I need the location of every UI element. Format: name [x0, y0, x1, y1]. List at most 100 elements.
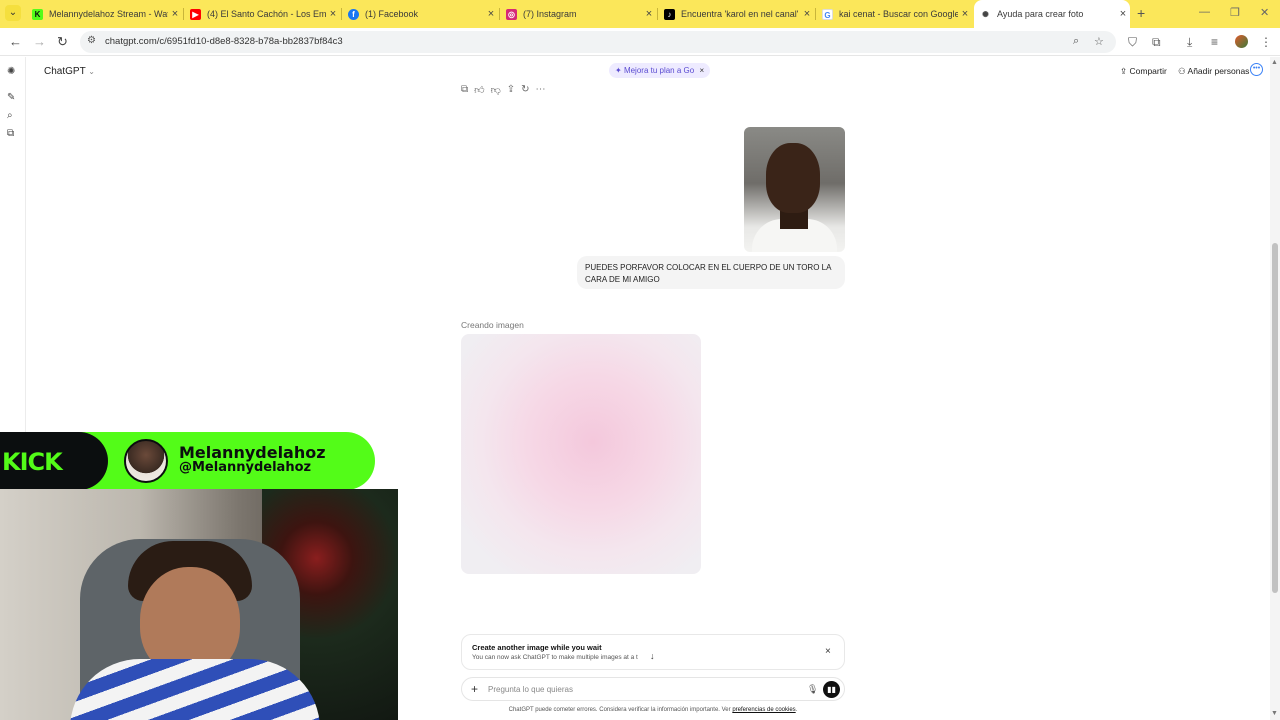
reload-icon[interactable]: ↻: [57, 34, 68, 50]
disclaimer-end: .: [795, 707, 798, 713]
browser-menu-icon[interactable]: ⋮: [1260, 35, 1272, 49]
tab-chatgpt-active[interactable]: ✺ Ayuda para crear foto ×: [974, 0, 1130, 28]
add-people-button[interactable]: ⚇ Añadir personas: [1178, 66, 1249, 77]
zoom-icon[interactable]: ⌕: [1073, 35, 1079, 48]
close-tab-icon[interactable]: ×: [326, 8, 340, 20]
tab-search-chevron-icon[interactable]: ⌄: [5, 5, 21, 21]
new-chat-icon[interactable]: ✎: [7, 92, 15, 103]
new-tab-button[interactable]: +: [1137, 5, 1145, 21]
close-tab-icon[interactable]: ×: [958, 8, 972, 20]
tiktok-favicon-icon: ♪: [664, 8, 675, 20]
back-arrow-icon[interactable]: ←: [9, 34, 22, 49]
photo-face: [766, 143, 820, 213]
tab-google-search[interactable]: G kai cenat - Buscar con Google ×: [816, 0, 972, 28]
tab-title: (4) El Santo Cachón - Los Emba: [207, 9, 326, 19]
youtube-favicon-icon: ▶: [190, 8, 201, 20]
scroll-down-arrow-icon[interactable]: ↓: [650, 651, 655, 661]
chatgpt-favicon-icon: ✺: [980, 8, 991, 20]
tab-melannydelahoz-stream[interactable]: K Melannydelahoz Stream - Watc ×: [26, 0, 182, 28]
prompt-input[interactable]: Pregunta lo que quieras: [488, 685, 573, 694]
sparkle-icon: ✦: [615, 66, 622, 75]
share-icon[interactable]: ⇪: [507, 84, 515, 96]
scroll-up-icon[interactable]: ▲: [1271, 59, 1278, 66]
extensions-puzzle-icon[interactable]: ⧉: [1152, 35, 1161, 50]
multi-image-notice: Create another image while you wait You …: [461, 634, 845, 670]
chat-header: ChatGPT ⌄ ✦ Mejora tu plan a Go × ⇪ Comp…: [26, 57, 1270, 85]
address-toolbar: ← → ↻ ⚙ chatgpt.com/c/6951fd10-d8e8-8328…: [0, 28, 1280, 56]
tab-youtube[interactable]: ▶ (4) El Santo Cachón - Los Emba ×: [184, 0, 340, 28]
upgrade-plan-pill[interactable]: ✦ Mejora tu plan a Go ×: [609, 63, 711, 78]
more-dots-icon[interactable]: ⋯: [536, 84, 546, 96]
share-icon: ⇪: [1120, 66, 1128, 76]
webcam-feed: [0, 489, 398, 720]
tab-title: (1) Facebook: [365, 9, 419, 19]
page-scrollbar[interactable]: ▲ ▼: [1270, 57, 1280, 720]
kick-favicon-icon: K: [32, 8, 43, 20]
copy-icon[interactable]: ⧉: [461, 84, 468, 96]
tab-title: Melannydelahoz Stream - Watc: [49, 9, 168, 19]
cookie-preferences-link[interactable]: preferencias de cookies: [732, 707, 795, 713]
openai-logo-icon[interactable]: ✺: [7, 66, 15, 77]
tab-tiktok[interactable]: ♪ Encuentra 'karol en nel canal' e ×: [658, 0, 814, 28]
minimize-window-icon[interactable]: —: [1199, 6, 1210, 18]
person-add-icon: ⚇: [1178, 66, 1186, 76]
model-label: ChatGPT: [44, 66, 86, 77]
close-tab-icon[interactable]: ×: [484, 8, 498, 20]
restore-window-icon[interactable]: ❐: [1230, 6, 1240, 19]
user-message-bubble: PUEDES PORFAVOR COLOCAR EN EL CUERPO DE …: [577, 256, 845, 289]
instagram-favicon-icon: ◎: [506, 8, 517, 20]
close-window-icon[interactable]: ✕: [1260, 6, 1269, 19]
prompt-composer[interactable]: + Pregunta lo que quieras 🎙︎ ▮▮: [461, 677, 845, 701]
close-notice-icon[interactable]: ×: [825, 646, 831, 657]
profile-avatar[interactable]: [1235, 35, 1248, 48]
share-label: Compartir: [1129, 66, 1167, 76]
download-icon[interactable]: ⤓: [1187, 35, 1192, 50]
voice-mode-icon[interactable]: ▮▮: [823, 681, 840, 698]
search-icon[interactable]: ⌕: [7, 110, 13, 121]
streamer-handle: @Melannydelahoz: [179, 460, 312, 475]
google-favicon-icon: G: [822, 8, 833, 20]
notice-body: You can now ask ChatGPT to make multiple…: [472, 654, 638, 661]
regenerate-icon[interactable]: ↻: [521, 84, 529, 96]
disclaimer: ChatGPT puede cometer errores. Considera…: [461, 707, 845, 713]
close-tab-icon[interactable]: ×: [1116, 8, 1130, 20]
thumbs-up-icon[interactable]: 👍︎: [474, 84, 484, 96]
image-generation-placeholder: [461, 334, 701, 574]
site-info-icon[interactable]: ⚙: [87, 35, 96, 46]
facebook-favicon-icon: f: [348, 8, 359, 20]
model-selector[interactable]: ChatGPT ⌄: [44, 66, 95, 77]
user-uploaded-photo[interactable]: [744, 127, 845, 252]
notice-title: Create another image while you wait: [472, 643, 602, 652]
tab-instagram[interactable]: ◎ (7) Instagram ×: [500, 0, 656, 28]
disclaimer-text: ChatGPT puede cometer errores. Considera…: [508, 707, 731, 713]
add-people-label: Añadir personas: [1187, 66, 1250, 76]
bookmark-star-icon[interactable]: ☆: [1094, 35, 1104, 48]
library-images-icon[interactable]: ⧉: [7, 128, 14, 139]
add-attachment-icon[interactable]: +: [471, 682, 478, 696]
address-bar[interactable]: ⚙ chatgpt.com/c/6951fd10-d8e8-8328-b78a-…: [80, 31, 1116, 53]
streamer-avatar: [124, 439, 168, 483]
microphone-icon[interactable]: 🎙︎: [807, 684, 818, 695]
kick-logo: KICK: [2, 448, 63, 476]
close-tab-icon[interactable]: ×: [800, 8, 814, 20]
more-options-icon[interactable]: •••: [1250, 63, 1263, 76]
shield-extension-icon[interactable]: ⛉: [1128, 35, 1137, 50]
scrollbar-thumb[interactable]: [1272, 243, 1278, 593]
scroll-down-icon[interactable]: ▼: [1271, 710, 1278, 717]
chevron-down-icon: ⌄: [88, 67, 95, 76]
close-tab-icon[interactable]: ×: [168, 8, 182, 20]
tab-title: kai cenat - Buscar con Google: [839, 9, 958, 19]
upgrade-label: Mejora tu plan a Go: [623, 66, 695, 75]
striped-shirt: [70, 659, 320, 720]
thumbs-down-icon[interactable]: 👎︎: [491, 84, 501, 96]
tab-strip: ⌄ K Melannydelahoz Stream - Watc × ▶ (4)…: [0, 0, 1280, 28]
close-tab-icon[interactable]: ×: [642, 8, 656, 20]
tab-title: Encuentra 'karol en nel canal' e: [681, 9, 800, 19]
tab-facebook[interactable]: f (1) Facebook ×: [342, 0, 498, 28]
close-icon[interactable]: ×: [699, 66, 704, 75]
creating-image-status: Creando imagen: [461, 320, 524, 330]
forward-arrow-icon[interactable]: →: [33, 34, 46, 49]
share-button[interactable]: ⇪ Compartir: [1120, 66, 1167, 77]
url-text[interactable]: chatgpt.com/c/6951fd10-d8e8-8328-b78a-bb…: [105, 36, 343, 47]
media-queue-icon[interactable]: ≡: [1211, 35, 1218, 49]
